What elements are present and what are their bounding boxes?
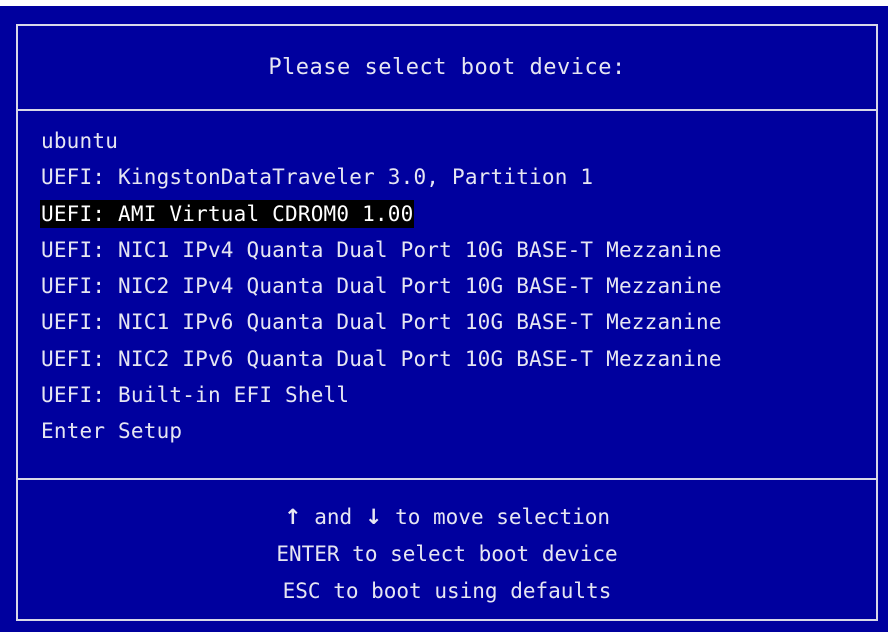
boot-item-ubuntu[interactable]: ubuntu xyxy=(40,127,870,163)
boot-item-nic2-ipv6[interactable]: UEFI: NIC2 IPv6 Quanta Dual Port 10G BAS… xyxy=(40,345,870,381)
boot-item-nic1-ipv6[interactable]: UEFI: NIC1 IPv6 Quanta Dual Port 10G BAS… xyxy=(40,308,870,344)
boot-item-nic1-ipv4[interactable]: UEFI: NIC1 IPv4 Quanta Dual Port 10G BAS… xyxy=(40,236,870,272)
boot-item-ami-cdrom[interactable]: UEFI: AMI Virtual CDROM0 1.00 xyxy=(40,199,870,236)
boot-item-label: ubuntu xyxy=(41,129,119,153)
boot-item-nic2-ipv4[interactable]: UEFI: NIC2 IPv4 Quanta Dual Port 10G BAS… xyxy=(40,272,870,308)
boot-item-efi-shell[interactable]: UEFI: Built-in EFI Shell xyxy=(40,381,870,417)
help-and-text: and xyxy=(314,505,353,529)
help-footer: ↑ and ↓ to move selection ENTER to selec… xyxy=(18,478,876,621)
boot-menu-frame: Please select boot device: ubuntu UEFI: … xyxy=(16,24,878,621)
boot-item-kingston-usb[interactable]: UEFI: KingstonDataTraveler 3.0, Partitio… xyxy=(40,163,870,199)
boot-item-label: UEFI: NIC2 IPv4 Quanta Dual Port 10G BAS… xyxy=(41,274,722,299)
boot-device-list: ubuntu UEFI: KingstonDataTraveler 3.0, P… xyxy=(40,127,870,454)
help-text: ↑ and ↓ to move selection ENTER to selec… xyxy=(18,502,876,613)
down-arrow-icon: ↓ xyxy=(364,505,383,529)
boot-item-label: UEFI: NIC1 IPv6 Quanta Dual Port 10G BAS… xyxy=(41,310,722,335)
help-line-enter: ENTER to select boot device xyxy=(276,542,618,566)
page-title: Please select boot device: xyxy=(268,55,626,80)
boot-item-label: UEFI: KingstonDataTraveler 3.0, Partitio… xyxy=(41,165,594,190)
boot-item-label: UEFI: AMI Virtual CDROM0 1.00 xyxy=(40,199,415,228)
boot-item-enter-setup[interactable]: Enter Setup xyxy=(40,417,870,453)
boot-item-label: Enter Setup xyxy=(41,419,183,444)
help-move-text: to move selection xyxy=(395,505,611,529)
boot-item-label: UEFI: NIC2 IPv6 Quanta Dual Port 10G BAS… xyxy=(41,346,722,371)
bios-screen: Please select boot device: ubuntu UEFI: … xyxy=(0,6,888,632)
help-line-navigate: ↑ and ↓ to move selection xyxy=(18,502,876,539)
boot-menu-header: Please select boot device: xyxy=(18,26,876,111)
boot-item-label: UEFI: Built-in EFI Shell xyxy=(41,383,350,408)
help-line-esc: ESC to boot using defaults xyxy=(282,579,612,603)
up-arrow-icon: ↑ xyxy=(283,505,302,529)
boot-item-label: UEFI: NIC1 IPv4 Quanta Dual Port 10G BAS… xyxy=(41,237,722,262)
